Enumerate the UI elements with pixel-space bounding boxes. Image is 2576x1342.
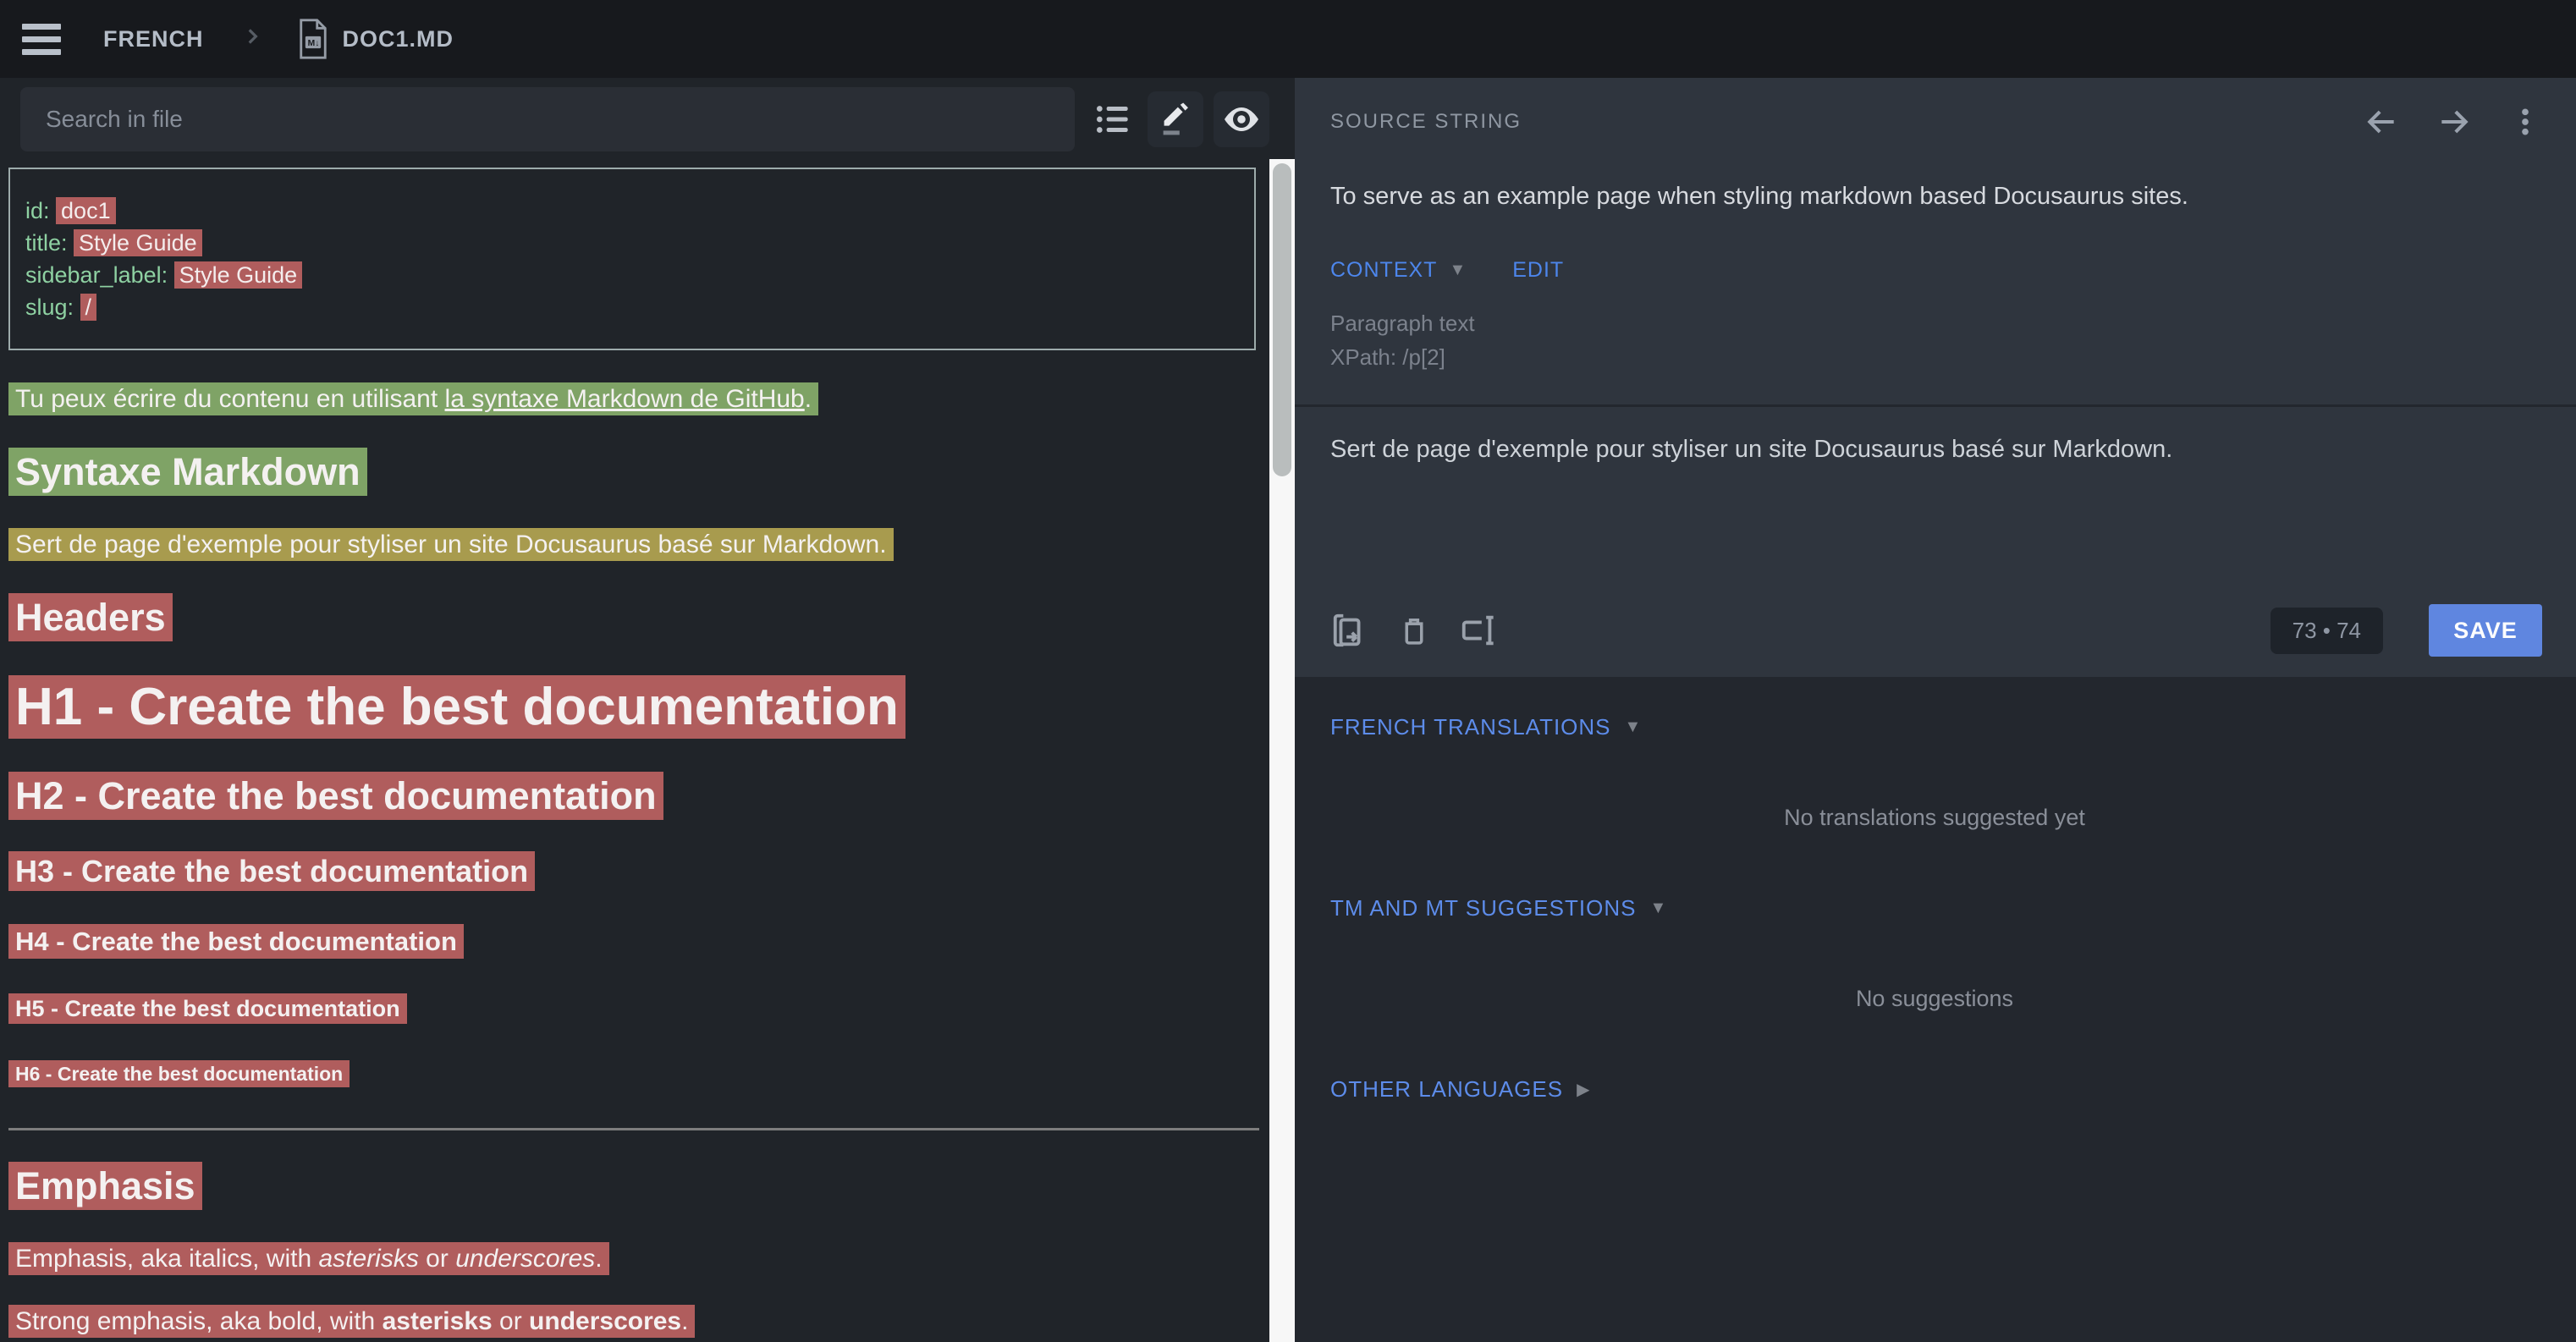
document-panel: id: doc1 title: Style Guide sidebar_labe… — [0, 78, 1269, 1342]
document-preview: id: doc1 title: Style Guide sidebar_labe… — [0, 161, 1269, 1342]
search-row — [0, 78, 1269, 161]
horizontal-rule — [8, 1128, 1259, 1130]
frontmatter-line: sidebar_label: Style Guide — [25, 259, 1254, 291]
untranslated-string[interactable]: Emphasis, aka italics, with asterisks or… — [8, 1242, 609, 1275]
context-dropdown-triangle-icon: ▼ — [1449, 261, 1467, 280]
headers-heading: Headers — [8, 596, 1256, 640]
char-count-badge: 73 • 74 — [2271, 608, 2383, 654]
save-button[interactable]: SAVE — [2429, 604, 2542, 657]
frontmatter-line: title: Style Guide — [25, 227, 1254, 259]
breadcrumb-file[interactable]: DOC1.MD — [343, 26, 454, 52]
translation-input[interactable]: Sert de page d'exemple pour styliser un … — [1330, 407, 2542, 589]
context-toggle[interactable]: CONTEXT — [1330, 258, 1437, 283]
svg-text:M↓: M↓ — [307, 39, 319, 48]
context-edit-link[interactable]: EDIT — [1512, 258, 1564, 283]
markdown-file-icon: M↓ — [297, 19, 329, 59]
scrollbar-thumb[interactable] — [1273, 163, 1291, 476]
h4-sample: H4 - Create the best documentation — [8, 927, 1256, 957]
emphasis-heading: Emphasis — [8, 1164, 1256, 1208]
translation-panel: SOURCE STRING To serve as an example pag… — [1295, 78, 2576, 1342]
h3-sample: H3 - Create the best documentation — [8, 854, 1256, 889]
untranslated-string[interactable]: Strong emphasis, aka bold, with asterisk… — [8, 1305, 695, 1338]
frontmatter-value-string[interactable]: Style Guide — [174, 261, 303, 289]
emphasis-bold-paragraph: Strong emphasis, aka bold, with asterisk… — [8, 1305, 1256, 1339]
frontmatter-line: id: doc1 — [25, 195, 1254, 227]
preview-eye-button[interactable] — [1214, 91, 1269, 147]
suggestions-area: FRENCH TRANSLATIONS ▼ No translations su… — [1295, 677, 2576, 1342]
selected-string[interactable]: Sert de page d'exemple pour styliser un … — [8, 528, 894, 561]
translations-empty-state: No translations suggested yet — [1330, 805, 2539, 831]
suggestions-empty-state: No suggestions — [1330, 986, 2539, 1012]
frontmatter-value-string[interactable]: Style Guide — [74, 229, 202, 256]
syntax-heading: Syntaxe Markdown — [8, 450, 1256, 494]
expand-triangle-icon: ▶ — [1577, 1079, 1590, 1100]
h1-sample: H1 - Create the best documentation — [8, 677, 1256, 737]
context-type: Paragraph text — [1330, 306, 2542, 340]
frontmatter-value-string[interactable]: / — [80, 294, 97, 321]
previous-string-button[interactable] — [2363, 103, 2400, 140]
selected-paragraph: Sert de page d'exemple pour styliser un … — [8, 528, 1256, 562]
source-string-editor: SOURCE STRING To serve as an example pag… — [1295, 78, 2576, 677]
collapse-triangle-icon: ▼ — [1649, 899, 1667, 918]
translated-string[interactable]: Syntaxe Markdown — [8, 448, 367, 496]
insert-tag-icon[interactable] — [1459, 611, 1498, 650]
h6-sample: H6 - Create the best documentation — [8, 1063, 1256, 1086]
h5-sample: H5 - Create the best documentation — [8, 996, 1256, 1022]
document-scrollbar — [1269, 78, 1295, 1342]
hamburger-menu-icon[interactable] — [22, 19, 61, 58]
untranslated-string[interactable]: H2 - Create the best documentation — [8, 772, 663, 820]
untranslated-string[interactable]: Headers — [8, 593, 173, 641]
h2-sample: H2 - Create the best documentation — [8, 774, 1256, 818]
edit-mode-button[interactable] — [1148, 91, 1203, 147]
source-string-label: SOURCE STRING — [1330, 110, 1522, 134]
emphasis-italic-paragraph: Emphasis, aka italics, with asterisks or… — [8, 1242, 1256, 1276]
untranslated-string[interactable]: Emphasis — [8, 1162, 202, 1210]
context-xpath: XPath: /p[2] — [1330, 340, 2542, 374]
breadcrumb-project[interactable]: FRENCH — [103, 26, 204, 52]
untranslated-string[interactable]: H5 - Create the best documentation — [8, 993, 407, 1024]
untranslated-string[interactable]: H4 - Create the best documentation — [8, 924, 464, 959]
tm-mt-suggestions-header[interactable]: TM AND MT SUGGESTIONS ▼ — [1330, 895, 2539, 921]
french-translations-header[interactable]: FRENCH TRANSLATIONS ▼ — [1330, 714, 2539, 740]
frontmatter-block: id: doc1 title: Style Guide sidebar_labe… — [8, 168, 1256, 350]
untranslated-string[interactable]: H3 - Create the best documentation — [8, 851, 535, 891]
delete-translation-icon[interactable] — [1396, 611, 1432, 650]
untranslated-string[interactable]: H6 - Create the best documentation — [8, 1060, 350, 1087]
markdown-syntax-link[interactable]: la syntaxe Markdown de GitHub — [445, 385, 805, 413]
breadcrumb-chevron-icon — [241, 25, 263, 53]
intro-paragraph: Tu peux écrire du contenu en utilisant l… — [8, 382, 1256, 416]
list-view-icon[interactable] — [1090, 96, 1137, 143]
source-text: To serve as an example page when styling… — [1330, 183, 2542, 211]
top-bar: FRENCH M↓ DOC1.MD — [0, 0, 2576, 78]
other-languages-header[interactable]: OTHER LANGUAGES ▶ — [1330, 1076, 2539, 1103]
search-input[interactable] — [20, 87, 1075, 151]
frontmatter-value-string[interactable]: doc1 — [56, 197, 116, 224]
copy-source-icon[interactable] — [1330, 611, 1369, 650]
scrollbar-track[interactable] — [1269, 159, 1295, 1342]
collapse-triangle-icon: ▼ — [1625, 718, 1643, 737]
translated-string[interactable]: Tu peux écrire du contenu en utilisant l… — [8, 382, 818, 415]
next-string-button[interactable] — [2436, 103, 2473, 140]
kebab-menu-icon[interactable] — [2508, 103, 2542, 140]
frontmatter-line: slug: / — [25, 291, 1254, 323]
untranslated-string[interactable]: H1 - Create the best documentation — [8, 675, 905, 739]
